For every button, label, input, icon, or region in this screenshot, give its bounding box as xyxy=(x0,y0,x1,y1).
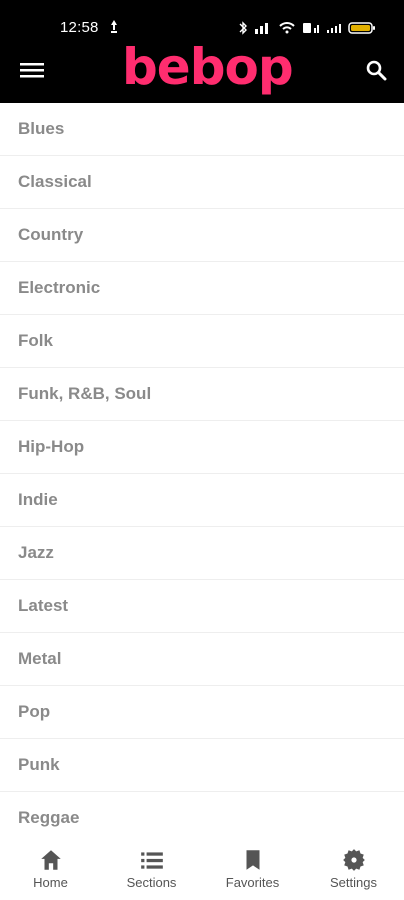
list-item[interactable]: Jazz xyxy=(0,527,404,580)
gear-icon xyxy=(342,849,365,871)
mobile-signal-icon xyxy=(327,24,341,33)
search-button[interactable] xyxy=(362,56,390,84)
app-header: bebop xyxy=(0,38,404,103)
top-app-bar: 12:58 bebop xyxy=(0,0,404,103)
list-item[interactable]: Indie xyxy=(0,474,404,527)
hamburger-menu-icon xyxy=(20,63,44,78)
bookmark-icon xyxy=(246,850,259,870)
list-item[interactable]: Latest xyxy=(0,580,404,633)
signal-bars-icon xyxy=(255,23,268,34)
nav-home-label: Home xyxy=(33,875,68,890)
nav-favorites-label: Favorites xyxy=(225,875,280,890)
nav-sections-label: Sections xyxy=(126,875,177,890)
list-item[interactable]: Punk xyxy=(0,739,404,792)
nav-sections[interactable]: Sections xyxy=(101,837,202,900)
wifi-icon xyxy=(279,22,295,34)
list-item[interactable]: Pop xyxy=(0,686,404,739)
network-icon xyxy=(303,23,319,33)
nav-favorites[interactable]: Favorites xyxy=(202,837,303,900)
list-item[interactable]: Blues xyxy=(0,103,404,156)
battery-icon xyxy=(348,22,375,34)
list-item[interactable]: Funk, R&B, Soul xyxy=(0,368,404,421)
nav-home[interactable]: Home xyxy=(0,837,101,900)
status-time: 12:58 xyxy=(60,19,99,36)
bottom-navigation: Home Sections Favorites Settings xyxy=(0,836,404,900)
list-item[interactable]: Electronic xyxy=(0,262,404,315)
list-item[interactable]: Reggae xyxy=(0,792,404,839)
notification-icon xyxy=(111,20,117,33)
brand-logo: bebop xyxy=(122,38,294,96)
bluetooth-icon xyxy=(239,21,247,35)
list-item[interactable]: Classical xyxy=(0,156,404,209)
menu-button[interactable] xyxy=(18,56,46,84)
app-screen: 12:58 bebop Blues Classical Country Elec… xyxy=(0,0,404,900)
search-icon xyxy=(366,60,387,81)
genre-list: Blues Classical Country Electronic Folk … xyxy=(0,103,404,839)
home-icon xyxy=(40,850,61,870)
nav-settings[interactable]: Settings xyxy=(303,837,404,900)
list-item[interactable]: Metal xyxy=(0,633,404,686)
list-item[interactable]: Hip-Hop xyxy=(0,421,404,474)
list-icon xyxy=(140,852,163,869)
list-item[interactable]: Country xyxy=(0,209,404,262)
status-icons xyxy=(238,19,376,37)
nav-settings-label: Settings xyxy=(330,875,377,890)
list-item[interactable]: Folk xyxy=(0,315,404,368)
